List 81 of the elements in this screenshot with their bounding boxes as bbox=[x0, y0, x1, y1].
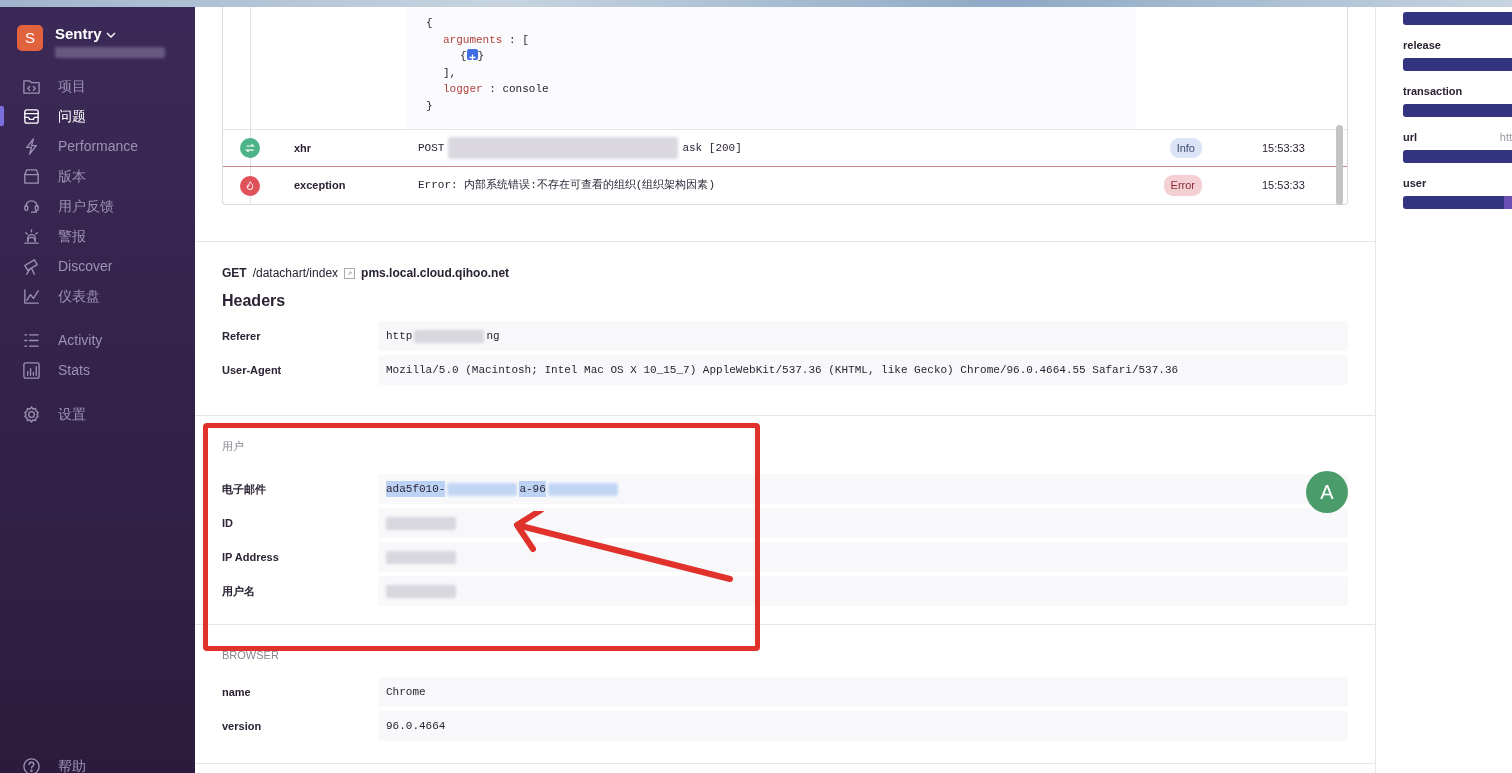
nav-item[interactable]: 问题 bbox=[0, 101, 195, 131]
value-text: ada5f010- bbox=[386, 480, 446, 498]
event-type: exception bbox=[294, 178, 347, 194]
field-label: 用户名 bbox=[222, 583, 256, 599]
box-icon bbox=[22, 166, 41, 186]
code-punct: [ bbox=[522, 33, 529, 46]
event-message: POST bbox=[418, 140, 445, 156]
settings-icon bbox=[22, 404, 41, 424]
redacted-text bbox=[386, 550, 456, 564]
field-label: name bbox=[222, 684, 252, 700]
field-label: ID bbox=[222, 515, 234, 531]
field-label: User-Agent bbox=[222, 362, 283, 378]
value-text: a-96 bbox=[519, 480, 546, 498]
code-punct: ], bbox=[443, 66, 457, 79]
tag-name: url bbox=[1403, 129, 1418, 145]
event-message: Error: 内部系统错误:不存在可查看的组织(组织架构因素) bbox=[418, 177, 715, 194]
event-time: 15:53:33 bbox=[1262, 178, 1306, 194]
tag-name: transaction bbox=[1403, 83, 1463, 99]
redacted-text bbox=[414, 329, 485, 343]
nav-item[interactable]: Stats bbox=[0, 355, 195, 385]
code-punct: { bbox=[460, 50, 467, 63]
nav-item[interactable]: Discover bbox=[0, 251, 195, 281]
chevron-down-icon bbox=[105, 31, 116, 40]
flame-icon bbox=[240, 175, 260, 196]
inbox-icon bbox=[22, 106, 41, 126]
section-heading: BROWSER bbox=[222, 648, 280, 661]
level-badge: Info bbox=[1169, 137, 1202, 159]
nav-item[interactable]: 仪表盘 bbox=[0, 281, 195, 311]
field-label: version bbox=[222, 718, 263, 734]
expand-icon[interactable] bbox=[466, 49, 478, 61]
value-text: http bbox=[386, 328, 413, 344]
code-punct: { bbox=[426, 17, 433, 29]
help-link[interactable]: 帮助 bbox=[0, 751, 195, 773]
http-method: GET bbox=[222, 265, 247, 282]
telescope-icon bbox=[22, 256, 41, 276]
field-label: 电子邮件 bbox=[222, 481, 267, 497]
level-badge: Error bbox=[1163, 175, 1202, 196]
code-punct: : bbox=[488, 83, 497, 96]
bar-chart-icon bbox=[22, 360, 41, 380]
section-heading: Headers bbox=[222, 291, 287, 311]
value-text: Mozilla/5.0 (Macintosh; Intel Mac OS X 10_15_7) AppleWebKit/537.36 (KHTML, like Gecko) Chrome/96.0.4664.55 Safari/537.36 bbox=[386, 362, 1179, 378]
nav-item[interactable]: 版本 bbox=[0, 161, 195, 191]
external-link-icon[interactable] bbox=[344, 267, 356, 279]
nav-item[interactable]: 警报 bbox=[0, 221, 195, 251]
field-label: IP Address bbox=[222, 549, 280, 565]
code-key: arguments bbox=[443, 33, 503, 46]
code-key: logger bbox=[443, 83, 483, 96]
redacted-text bbox=[547, 482, 618, 496]
line-chart-icon bbox=[22, 286, 41, 306]
redacted-text bbox=[386, 584, 456, 598]
redacted-text bbox=[386, 516, 456, 530]
scrollbar[interactable] bbox=[1336, 125, 1343, 205]
value-text: ng bbox=[486, 328, 500, 344]
nav-item[interactable]: Performance bbox=[0, 131, 195, 161]
avatar: A bbox=[1306, 471, 1348, 513]
tag-value: htt bbox=[1499, 129, 1512, 145]
redacted-text bbox=[447, 482, 518, 496]
section-heading: 用户 bbox=[222, 439, 245, 452]
nav-item[interactable]: 用户反馈 bbox=[0, 191, 195, 221]
code-value: console bbox=[502, 83, 549, 96]
event-time: 15:53:33 bbox=[1262, 140, 1306, 156]
request-host: pms.local.cloud.qihoo.net bbox=[361, 265, 510, 282]
tag-name: user bbox=[1403, 175, 1427, 191]
value-text: 96.0.4664 bbox=[386, 718, 446, 734]
code-punct: } bbox=[477, 50, 485, 63]
field-label: Referer bbox=[222, 328, 262, 344]
request-path: /datachart/index bbox=[252, 265, 339, 282]
org-logo: S bbox=[17, 25, 43, 51]
value-text: Chrome bbox=[386, 684, 426, 700]
code-punct: } bbox=[426, 99, 433, 112]
event-type: xhr bbox=[294, 140, 313, 156]
swap-icon bbox=[240, 138, 260, 158]
help-icon bbox=[22, 756, 41, 773]
nav-item[interactable]: Activity bbox=[0, 325, 195, 355]
tag-name: release bbox=[1403, 37, 1441, 53]
event-message: ask [200] bbox=[682, 140, 742, 156]
nav-item[interactable]: 项目 bbox=[0, 71, 195, 101]
siren-icon bbox=[22, 226, 41, 246]
nav-item[interactable]: 设置 bbox=[0, 399, 195, 429]
code-punct: : bbox=[508, 33, 517, 46]
org-switcher[interactable]: Sentry bbox=[55, 25, 165, 43]
